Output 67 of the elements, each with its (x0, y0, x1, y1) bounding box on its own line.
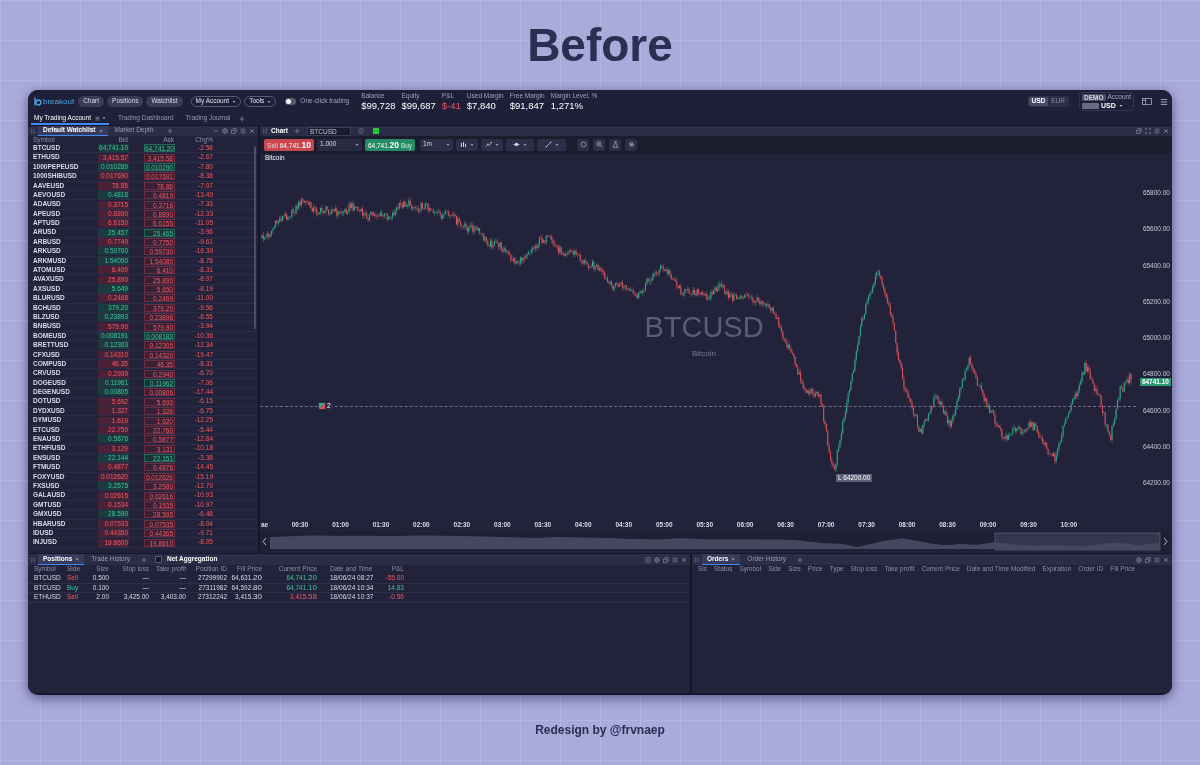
close-icon[interactable] (681, 556, 687, 563)
plus-icon[interactable] (166, 128, 173, 134)
tool-button[interactable] (577, 138, 589, 151)
restore-icon[interactable] (231, 128, 237, 134)
plus-icon[interactable] (294, 128, 300, 134)
position-square-icon (319, 403, 325, 409)
stat-value: $7,840 (466, 100, 497, 111)
maximize-icon[interactable] (1145, 128, 1151, 134)
globe-icon[interactable] (1136, 556, 1142, 563)
tool-button[interactable] (593, 138, 605, 151)
chart-type-dropdown[interactable] (456, 138, 478, 151)
zoom-in-icon (595, 141, 603, 148)
checkbox[interactable] (155, 556, 163, 563)
bar-chart-icon (460, 141, 467, 148)
globe-icon[interactable] (654, 556, 660, 563)
close-icon[interactable] (98, 128, 103, 133)
stat-value: $99,687 (401, 100, 436, 111)
chevron-left-icon[interactable] (262, 537, 267, 546)
layout-icon[interactable] (1142, 98, 1152, 105)
circle-icon (579, 141, 587, 148)
plus-icon[interactable] (141, 556, 148, 563)
drag-handle-icon[interactable] (694, 556, 700, 563)
plus-icon[interactable] (797, 556, 803, 563)
settings-icon (627, 141, 635, 148)
close-square-icon[interactable] (645, 556, 651, 563)
account-number-mask (1082, 102, 1099, 109)
close-icon[interactable] (1163, 128, 1169, 134)
drag-handle-icon[interactable] (30, 128, 36, 134)
close-icon[interactable] (1163, 556, 1169, 563)
dot-line-icon (513, 141, 520, 148)
page-title: Before (527, 22, 673, 68)
credit-text: Redesign by @frvnaep (535, 724, 665, 736)
minimize-icon[interactable] (213, 128, 219, 134)
chart-watermark: BTCUSD (644, 313, 764, 342)
caret-icon (1118, 103, 1123, 108)
close-icon[interactable] (249, 128, 255, 134)
stat-value: $-41 (441, 100, 461, 111)
info-icon[interactable] (358, 128, 364, 134)
menu-icon[interactable] (95, 115, 101, 121)
restore-icon[interactable] (1136, 128, 1142, 134)
logo-icon (34, 97, 42, 106)
toggle-switch[interactable] (285, 98, 297, 105)
drag-handle-icon[interactable] (30, 556, 36, 563)
trend-line-icon (544, 141, 552, 148)
logo-text: breakout (43, 97, 75, 106)
globe-icon[interactable] (222, 128, 228, 134)
caret-icon (554, 142, 559, 147)
caret-icon (267, 99, 272, 104)
tool-button[interactable] (609, 138, 621, 151)
drag-handle-icon[interactable] (262, 128, 268, 134)
chevron-right-icon[interactable] (1163, 537, 1168, 546)
tool-button[interactable] (625, 138, 637, 151)
stat-value: 1,271% (550, 100, 584, 111)
flask-icon (611, 141, 619, 148)
status-square-icon (373, 128, 379, 134)
line-chart-icon (485, 141, 492, 148)
stat-value: $91,847 (509, 100, 545, 111)
plus-icon[interactable] (239, 116, 246, 122)
scrollbar-thumb[interactable] (254, 146, 256, 329)
caret-icon (232, 99, 237, 104)
watermark-subtitle: Bitcoin (692, 350, 716, 358)
stat-value: $99,728 (361, 100, 396, 111)
indicators-dropdown[interactable] (481, 138, 503, 151)
menu-icon[interactable] (1160, 97, 1168, 106)
restore-icon[interactable] (1145, 556, 1151, 563)
alerts-dropdown[interactable] (506, 138, 534, 151)
restore-icon[interactable] (663, 556, 669, 563)
